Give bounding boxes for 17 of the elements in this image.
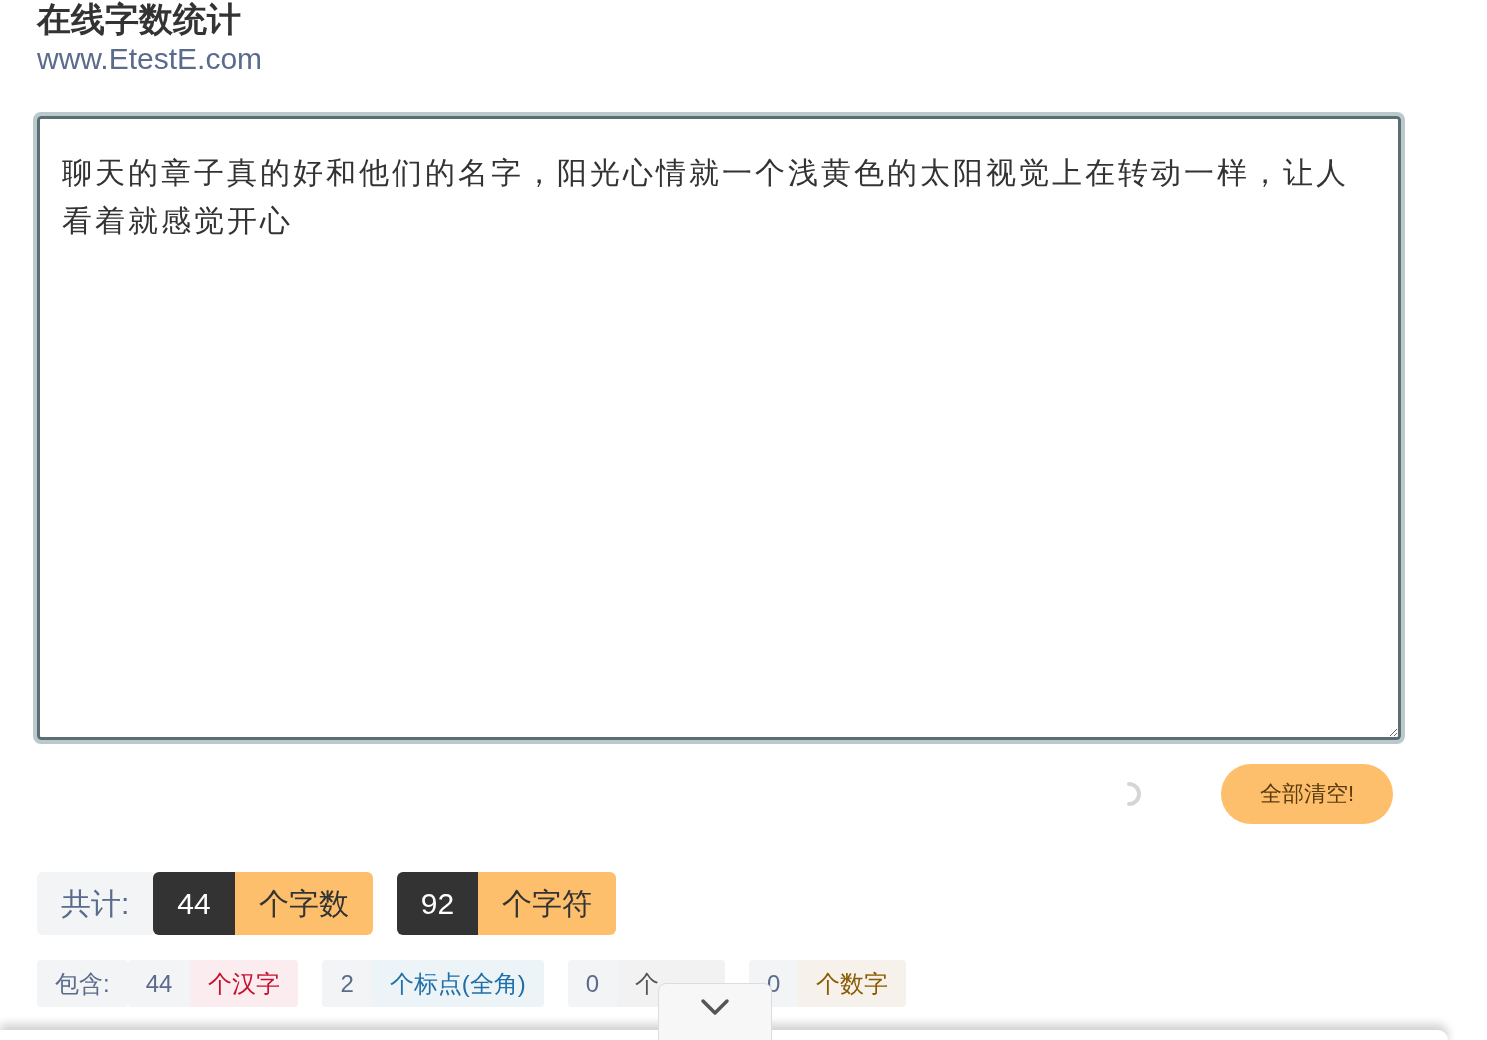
loading-spinner-icon — [1125, 780, 1143, 807]
count-value: 2 — [322, 959, 372, 1007]
page-title: 在线字数统计 — [37, 2, 241, 36]
total-label: 共计: — [37, 871, 154, 935]
chevron-down-icon — [700, 998, 730, 1016]
count-value: 44 — [153, 871, 235, 935]
count-unit: 个汉字 — [190, 959, 299, 1007]
count-unit: 个字数 — [234, 871, 373, 935]
clear-all-button[interactable]: 全部清空! — [1221, 763, 1393, 824]
count-unit: 个字符 — [478, 871, 617, 935]
count-value: 0 — [567, 959, 618, 1007]
count-value: 92 — [396, 871, 479, 935]
count-unit: 个标点(全角) — [371, 959, 544, 1007]
count-unit: 个数字 — [798, 959, 907, 1007]
site-url: www.EtestE.com — [37, 41, 263, 77]
count-value: 44 — [127, 959, 191, 1007]
breakdown-label: 包含: — [37, 959, 128, 1007]
